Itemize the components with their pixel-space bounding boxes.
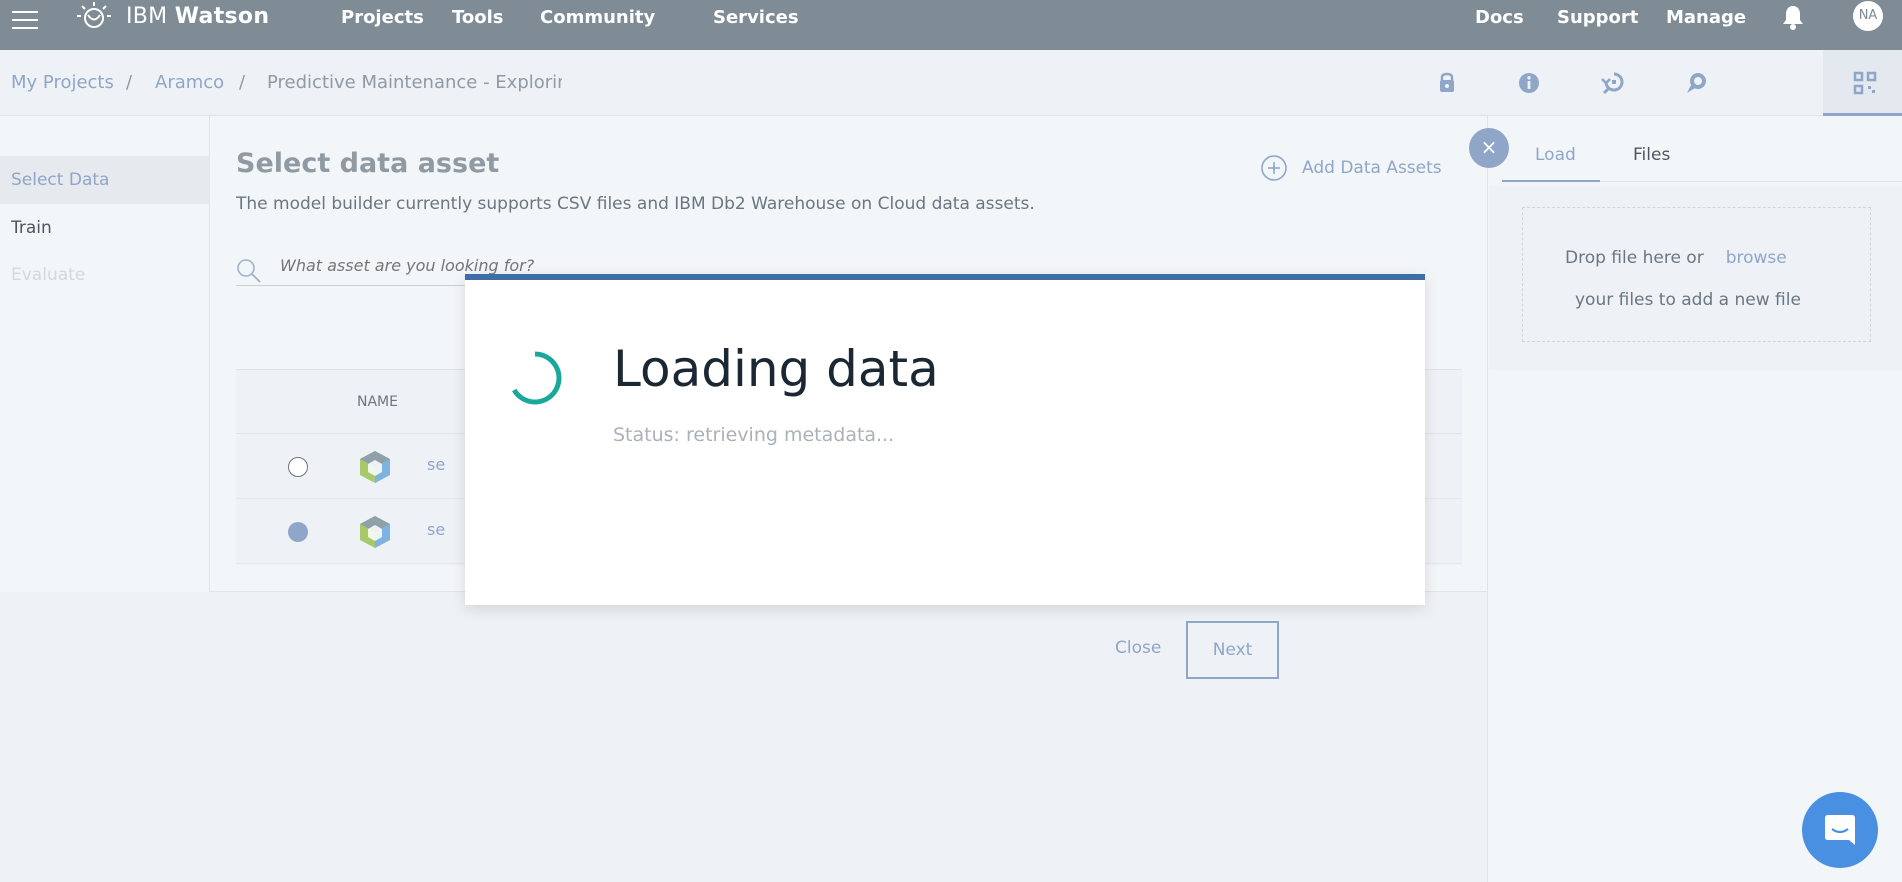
find-replace-icon — [1601, 72, 1624, 95]
search-input[interactable] — [280, 256, 780, 275]
add-data-assets-label: Add Data Assets — [1302, 158, 1442, 178]
breadcrumb-separator: / — [126, 72, 133, 93]
watson-logo-icon — [77, 2, 111, 28]
asset-name[interactable]: se — [427, 520, 445, 539]
close-link[interactable]: Close — [1115, 638, 1161, 658]
lock-icon — [1440, 72, 1454, 92]
breadcrumb-aramco[interactable]: Aramco — [155, 72, 224, 93]
chat-launcher-button[interactable] — [1802, 792, 1878, 868]
dropzone-text-2: your files to add a new file — [1575, 290, 1801, 310]
tab-load[interactable]: Load — [1535, 145, 1576, 165]
loading-modal: Loading data Status: retrieving metadata… — [465, 274, 1425, 605]
loading-spinner-icon — [512, 351, 562, 405]
brand-title[interactable]: IBM Watson — [126, 4, 269, 29]
user-avatar[interactable]: NA — [1853, 1, 1883, 31]
chat-icon — [1825, 815, 1855, 845]
chat-tool-button[interactable] — [1655, 50, 1739, 116]
file-dropzone[interactable]: Drop file here or browse your files to ad… — [1522, 207, 1871, 342]
row-radio-selected[interactable] — [288, 522, 308, 542]
active-tab-indicator — [1502, 180, 1600, 182]
breadcrumb-current: Predictive Maintenance - Exploring S — [267, 72, 562, 93]
asset-name[interactable]: se — [427, 455, 445, 474]
plus-circle-icon — [1261, 155, 1287, 181]
hamburger-menu-icon[interactable] — [12, 10, 38, 32]
breadcrumb: My Projects / Aramco / Predictive Mainte… — [0, 50, 1487, 116]
data-asset-cube-icon — [360, 516, 390, 548]
page-description: The model builder currently supports CSV… — [236, 194, 1035, 214]
page-title: Select data asset — [236, 148, 500, 179]
browse-link[interactable]: browse — [1726, 248, 1787, 268]
info-icon — [1519, 73, 1539, 93]
left-nav: Select Data Train Evaluate — [0, 116, 210, 592]
tab-files[interactable]: Files — [1633, 145, 1670, 165]
column-header-name[interactable]: NAME — [357, 394, 398, 410]
add-data-assets-button[interactable]: Add Data Assets — [1260, 154, 1450, 184]
nav-docs[interactable]: Docs — [1475, 7, 1524, 28]
next-button[interactable]: Next — [1186, 621, 1279, 679]
top-bar: IBM Watson Projects Tools Community Serv… — [0, 0, 1902, 50]
breadcrumb-my-projects[interactable]: My Projects — [11, 72, 114, 93]
modal-status: Status: retrieving metadata... — [613, 424, 895, 446]
data-asset-cube-icon — [360, 451, 390, 483]
breadcrumb-separator: / — [239, 72, 246, 93]
chat-bubble-icon — [1687, 73, 1706, 93]
row-radio[interactable] — [288, 457, 308, 477]
tool-strip — [1487, 50, 1902, 116]
nav-community[interactable]: Community — [540, 7, 655, 28]
bell-icon[interactable] — [1781, 3, 1805, 31]
data-assets-tool-button[interactable] — [1823, 50, 1902, 116]
drop-text: Drop file here or — [1565, 248, 1704, 268]
leftnav-select-data[interactable]: Select Data — [0, 156, 210, 204]
leftnav-train[interactable]: Train — [0, 204, 210, 252]
search-icon — [237, 259, 261, 283]
data-assets-icon — [1853, 71, 1877, 95]
info-tool-button[interactable] — [1487, 50, 1571, 116]
nav-manage[interactable]: Manage — [1666, 7, 1746, 28]
leftnav-evaluate: Evaluate — [11, 265, 86, 285]
nav-projects[interactable]: Projects — [341, 7, 424, 28]
nav-support[interactable]: Support — [1557, 7, 1638, 28]
close-panel-button[interactable]: × — [1469, 128, 1509, 168]
find-replace-tool-button[interactable] — [1571, 50, 1655, 116]
nav-tools[interactable]: Tools — [452, 7, 504, 28]
modal-title: Loading data — [613, 340, 939, 398]
nav-services[interactable]: Services — [713, 7, 799, 28]
dropzone-text: Drop file here or browse — [1565, 248, 1787, 268]
